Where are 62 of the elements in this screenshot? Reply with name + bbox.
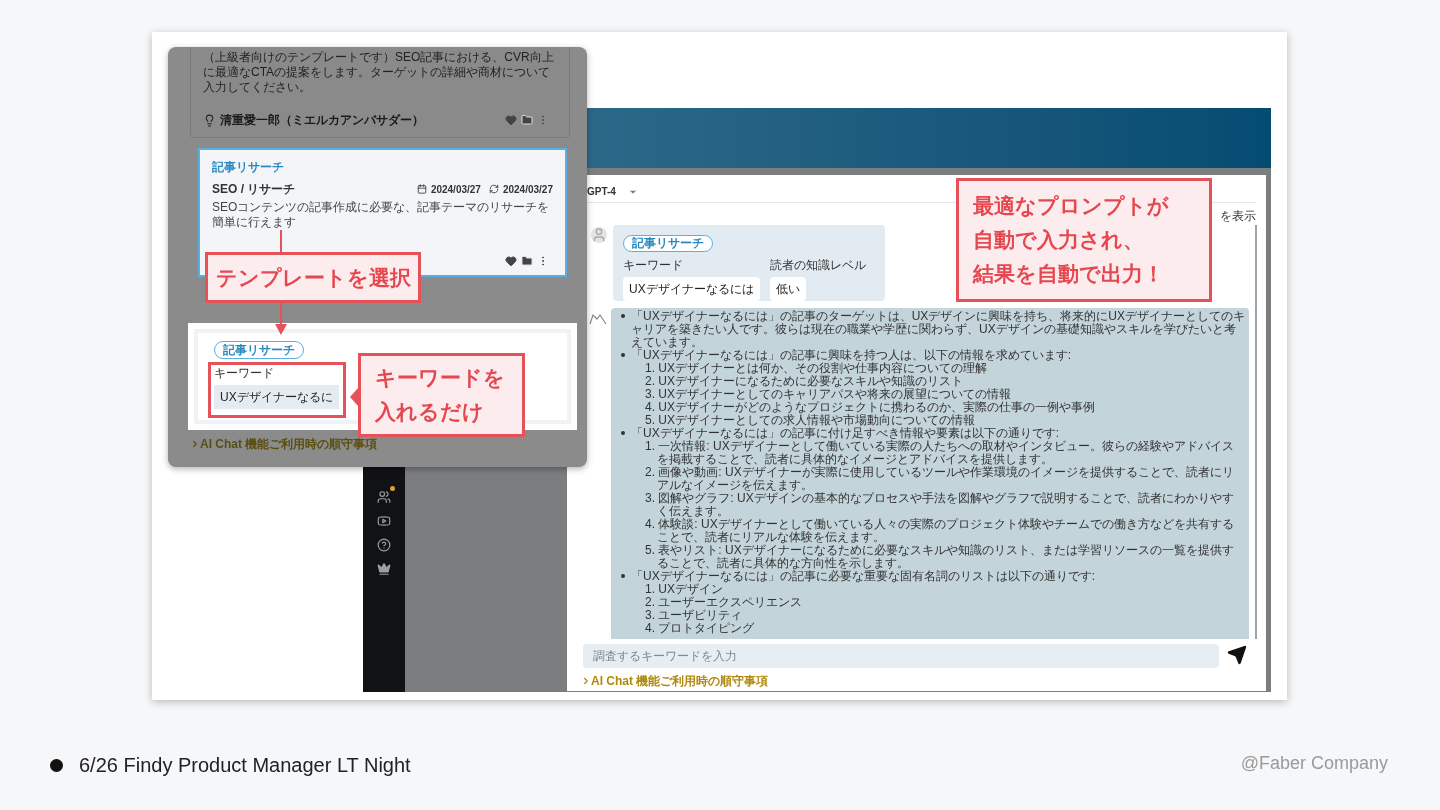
field-label: キーワード: [214, 365, 274, 382]
answer-list-item: 4. 体験談: UXデザイナーとして働いている人々の実際のプロジェクト体験やチームでの働き方などを共有することで、読者にリアルな体験を伝えます。: [644, 518, 1235, 544]
lightbulb-icon: [203, 113, 216, 127]
footer-title: 6/26 Findy Product Manager LT Night: [79, 753, 411, 778]
folder-plus-icon[interactable]: [521, 114, 533, 126]
answer-list-item: 1. 一次情報: UXデザイナーとして働いている実際の人たちへの取材やインタビュー。彼らの経験やアドバイスを掲載することで、読者に具体的なイメージとアドバイスを提供します。: [644, 440, 1235, 466]
card-description: （上級者向けのテンプレートです）SEO記事における、CVR向上に最適なCTAの提案をします。ターゲットの詳細や商材について入力してください。: [203, 50, 555, 95]
footer-credit: @Faber Company: [1240, 752, 1388, 775]
answer-text: 「UXデザイナーなるには」の記事のターゲットは、UXデザインに興味を持ち、将来的にUXデザイナーとしてのキャリアを築きたい人です。彼らは現在の職業や学歴に関わらず、UXデザインの基礎知識やスキルを学びたいと考えています。: [631, 310, 1245, 349]
card-author: 清重愛一郎（ミエルカアンバサダー）: [220, 112, 424, 129]
updated-date: 2024/03/27: [502, 182, 553, 197]
bot-icon: [589, 313, 607, 325]
callout-text: 結果を自動で出力！: [973, 261, 1165, 287]
list-bullet: [621, 353, 625, 357]
answer-list-item: 2. UXデザイナーになるために必要なスキルや知識のリスト: [644, 375, 964, 388]
callout-text: キーワードを: [375, 365, 506, 391]
card-description: SEOコンテンツの記事作成に必要な、記事テーマのリサーチを簡単に行えます: [212, 200, 551, 230]
user-avatar-icon: [591, 227, 607, 243]
field-label: 読者の知識レベル: [769, 257, 866, 274]
answer-list-item: 3. 図解やグラフ: UXデザインの基本的なプロセスや手法を図解やグラフで説明することで、読者にわかりやすく伝えます。: [644, 492, 1235, 518]
list-bullet: [621, 431, 625, 435]
answer-list-item: 1. UXデザイナーとは何か、その役割や仕事内容についての理解: [644, 362, 987, 375]
answer-list-item: 3. ユーザビリティ: [644, 609, 744, 622]
callout-text: 入れるだけ: [375, 399, 485, 425]
keyword-input[interactable]: 調査するキーワードを入力: [583, 644, 1219, 668]
answer-text: 「UXデザイナーなるには」の記事に付け足すべき情報や要素は以下の通りです:: [631, 427, 1059, 440]
list-bullet: [621, 314, 625, 318]
chevron-icon: [190, 439, 200, 449]
template-card[interactable]: （上級者向けのテンプレートです）SEO記事における、CVR向上に最適なCTAの提案をします。ターゲットの詳細や商材について入力してください。 清重愛一郎（ミエルカアンバサダー）: [190, 47, 570, 138]
calendar-icon: [416, 184, 427, 194]
help-icon[interactable]: [377, 538, 391, 552]
field-label: キーワード: [623, 257, 684, 274]
answer-list-item: 4. UXデザイナーがどのようなプロジェクトに携わるのか、実際の仕事の一例や事例: [644, 401, 1096, 414]
answer-list-item: 2. 画像や動画: UXデザイナーが実際に使用しているツールや作業環境のイメージを提供することで、読者にリアルなイメージを伝えます。: [644, 466, 1235, 492]
answer-list-item: 2. ユーザーエクスペリエンス: [644, 596, 804, 609]
answer-text: 「UXデザイナーなるには」の記事に必要な重要な固有名詞のリストは以下の通りです:: [631, 570, 1095, 583]
template-chip: 記事リサーチ: [623, 235, 713, 252]
answer-list-item: 5. 表やリスト: UXデザイナーになるために必要なスキルや知識のリスト、または学習リソースの一覧を提供することで、読者に具体的な方向性を示します。: [644, 544, 1235, 570]
field-value: 低い: [769, 277, 806, 301]
answer-list-item: 1. UXデザイン: [644, 583, 723, 596]
card-title: 記事リサーチ: [212, 159, 285, 176]
video-icon[interactable]: [377, 514, 391, 528]
created-date: 2024/03/27: [430, 182, 481, 197]
folder-plus-icon[interactable]: [521, 255, 533, 267]
list-bullet: [621, 574, 625, 578]
crown-icon[interactable]: [377, 562, 391, 576]
chevron-icon: [581, 676, 591, 686]
field-value: UXデザイナーなるには: [623, 277, 760, 301]
callout-text: 最適なプロンプトが: [973, 193, 1170, 220]
callout-text: 自動で入力され、: [973, 227, 1145, 253]
answer-text: 「UXデザイナーなるには」の記事に興味を持つ人は、以下の情報を求めています:: [631, 349, 1071, 362]
card-category: SEO / リサーチ: [212, 181, 296, 198]
users-icon[interactable]: [377, 490, 391, 504]
refresh-icon: [488, 184, 499, 194]
header-link[interactable]: を表示: [1220, 207, 1256, 225]
heart-icon[interactable]: [505, 255, 517, 267]
answer-list-item: 3. UXデザイナーとしてのキャリアパスや将来の展望についての情報: [644, 388, 1012, 401]
send-icon[interactable]: [1227, 645, 1247, 665]
answer-list-item: 4. プロトタイピング: [644, 622, 756, 635]
answer-list-item: 5. UXデザイナーとしての求人情報や市場動向についての情報: [644, 414, 976, 427]
model-select[interactable]: GPT-4: [587, 184, 638, 199]
field-value: UXデザイナーなるに: [214, 385, 339, 409]
